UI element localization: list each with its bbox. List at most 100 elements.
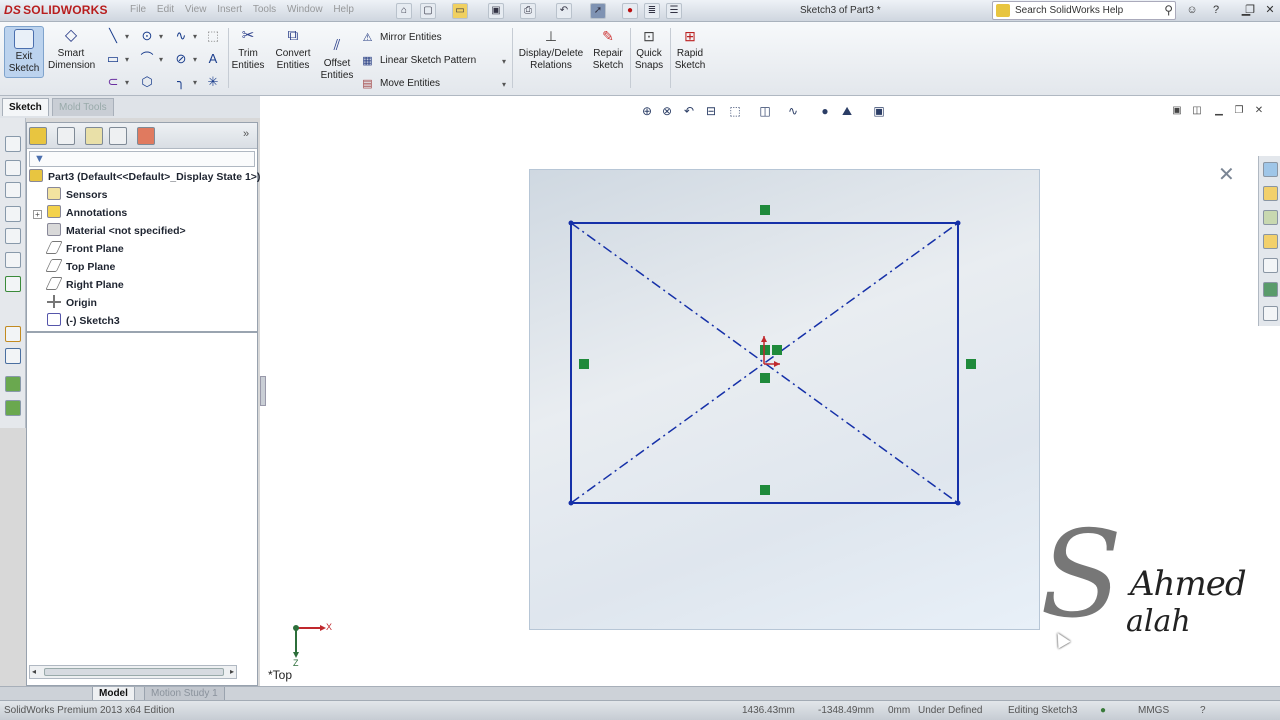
rebuild-status-icon[interactable]: ● bbox=[1100, 701, 1106, 720]
tree-item-top-plane[interactable]: Top Plane bbox=[45, 259, 115, 276]
tree-item-front-plane[interactable]: Front Plane bbox=[45, 241, 124, 258]
user-icon[interactable]: ☺ bbox=[1184, 3, 1200, 18]
restore-button[interactable]: ❐ bbox=[1242, 3, 1258, 18]
menu-view[interactable]: View bbox=[185, 4, 207, 15]
help-search-input[interactable]: Search SolidWorks Help ⚲ bbox=[992, 1, 1176, 20]
vertical-relation-icon[interactable] bbox=[579, 359, 589, 369]
tab-motion-study[interactable]: Motion Study 1 bbox=[144, 687, 225, 701]
extrude-icon[interactable] bbox=[5, 136, 21, 152]
design-library-icon[interactable] bbox=[1263, 186, 1278, 201]
menu-insert[interactable]: Insert bbox=[217, 4, 242, 15]
scroll-thumb[interactable] bbox=[44, 668, 224, 676]
tab-model[interactable]: Model bbox=[92, 687, 135, 701]
new-document-icon[interactable]: ▢ bbox=[420, 3, 436, 19]
tree-root[interactable]: Part3 (Default<<Default>_Display State 1… bbox=[29, 169, 260, 186]
corner-point[interactable] bbox=[568, 500, 574, 506]
horizontal-relation-icon[interactable] bbox=[760, 485, 770, 495]
undo-icon[interactable]: ↶ bbox=[556, 3, 572, 19]
coincident-relation-icon[interactable] bbox=[772, 345, 782, 355]
reference-geometry-icon[interactable] bbox=[5, 276, 21, 292]
offset-entities-button[interactable]: ⫽ Offset Entities bbox=[318, 36, 356, 82]
corner-point[interactable] bbox=[568, 220, 574, 226]
configuration-manager-tab-icon[interactable] bbox=[85, 127, 103, 145]
status-help-icon[interactable]: ? bbox=[1200, 701, 1206, 720]
tab-sketch[interactable]: Sketch bbox=[2, 98, 49, 116]
tree-item-material[interactable]: Material <not specified> bbox=[47, 223, 186, 240]
line-icon[interactable]: ╲ bbox=[104, 27, 122, 45]
quick-snaps-button[interactable]: ⊡ Quick Snaps bbox=[632, 26, 666, 72]
revolve-icon[interactable] bbox=[5, 160, 21, 176]
exit-sketch-button[interactable]: Exit Sketch bbox=[4, 26, 44, 78]
linear-sketch-pattern-button[interactable]: ▦ Linear Sketch Pattern bbox=[360, 53, 476, 69]
graphics-area[interactable]: ⊕ ⊗ ↶ ⊟ ⬚ ◫ ∿ ● ⛰ ▣ ▣ ◫ ▁ ❐ ✕ ✕ X Z *Top… bbox=[260, 96, 1280, 686]
expand-annotations-icon[interactable]: + bbox=[33, 210, 42, 219]
property-manager-tab-icon[interactable] bbox=[57, 127, 75, 145]
boundary-icon[interactable] bbox=[5, 228, 21, 244]
home-icon[interactable]: ⌂ bbox=[396, 3, 412, 19]
scroll-left-icon[interactable]: ◂ bbox=[32, 666, 36, 678]
loft-icon[interactable] bbox=[5, 206, 21, 222]
file-explorer-icon[interactable] bbox=[1263, 210, 1278, 225]
coincident-relation-icon[interactable] bbox=[760, 373, 770, 383]
trim-entities-button[interactable]: ✂ Trim Entities bbox=[230, 26, 266, 72]
horizontal-scrollbar[interactable]: ◂ ▸ bbox=[29, 665, 237, 679]
fillet-icon[interactable]: ╮ bbox=[172, 73, 190, 91]
open-folder-icon[interactable]: ▭ bbox=[452, 3, 468, 19]
solidworks-logo[interactable]: DS SOLIDWORKS bbox=[4, 3, 108, 17]
resources-icon[interactable] bbox=[1263, 162, 1278, 177]
text-icon[interactable]: A bbox=[204, 50, 222, 68]
ellipse-icon[interactable]: ⊘ bbox=[172, 50, 190, 68]
smart-dimension-button[interactable]: ◇ Smart Dimension bbox=[48, 26, 95, 72]
tree-filter-input[interactable]: ▼ bbox=[29, 151, 255, 167]
slot-icon[interactable]: ⊂ bbox=[104, 73, 122, 91]
rapid-sketch-button[interactable]: ⊞ Rapid Sketch bbox=[672, 26, 708, 72]
polygon-icon[interactable]: ⬡ bbox=[138, 73, 156, 91]
feature-manager-tab-icon[interactable] bbox=[29, 127, 47, 145]
menu-tools[interactable]: Tools bbox=[253, 4, 276, 15]
move-entities-button[interactable]: ▤ Move Entities bbox=[360, 76, 440, 92]
feature-icon[interactable] bbox=[5, 376, 21, 392]
tree-item-sensors[interactable]: Sensors bbox=[47, 187, 107, 204]
search-icon[interactable]: ⚲ bbox=[1164, 2, 1173, 19]
vertical-relation-icon[interactable] bbox=[966, 359, 976, 369]
options-icon[interactable]: ☰ bbox=[666, 3, 682, 19]
select-icon[interactable]: ➚ bbox=[590, 3, 606, 19]
save-icon[interactable]: ▣ bbox=[488, 3, 504, 19]
cut-icon[interactable] bbox=[5, 252, 21, 268]
arc-icon[interactable]: ⌒ bbox=[138, 50, 156, 68]
scroll-right-icon[interactable]: ▸ bbox=[230, 666, 234, 678]
search-library-icon[interactable] bbox=[1263, 234, 1278, 249]
horizontal-relation-icon[interactable] bbox=[760, 205, 770, 215]
tree-item-right-plane[interactable]: Right Plane bbox=[45, 277, 124, 294]
units-selector[interactable]: MMGS bbox=[1138, 701, 1169, 720]
file-properties-icon[interactable]: ≣ bbox=[644, 3, 660, 19]
mirror-entities-button[interactable]: ⚠ Mirror Entities bbox=[360, 30, 442, 46]
expand-chevron-icon[interactable]: » bbox=[243, 128, 249, 140]
rebuild-icon[interactable]: ● bbox=[622, 3, 638, 19]
sweep-icon[interactable] bbox=[5, 182, 21, 198]
plane-sketch-icon[interactable]: ⬚ bbox=[204, 27, 222, 45]
dimxpert-tab-icon[interactable] bbox=[109, 127, 127, 145]
point-icon[interactable]: ✳ bbox=[204, 73, 222, 91]
appearances-icon[interactable] bbox=[1263, 282, 1278, 297]
tree-item-annotations[interactable]: Annotations bbox=[47, 205, 127, 222]
tree-item-origin[interactable]: Origin bbox=[47, 295, 97, 312]
close-button[interactable]: ✕ bbox=[1262, 3, 1278, 18]
corner-point[interactable] bbox=[955, 500, 961, 506]
convert-entities-button[interactable]: ⧉ Convert Entities bbox=[272, 26, 314, 72]
coincident-relation-icon[interactable] bbox=[760, 345, 770, 355]
tab-mold-tools[interactable]: Mold Tools bbox=[52, 98, 114, 116]
repair-sketch-button[interactable]: ✎ Repair Sketch bbox=[590, 26, 626, 72]
feature-2-icon[interactable] bbox=[5, 400, 21, 416]
menu-edit[interactable]: Edit bbox=[157, 4, 174, 15]
display-delete-relations-button[interactable]: ⊥ Display/Delete Relations bbox=[516, 26, 586, 72]
tree-item-sketch3[interactable]: (-) Sketch3 bbox=[47, 313, 120, 330]
spline-icon[interactable]: ∿ bbox=[172, 27, 190, 45]
rectangle-icon[interactable]: ▭ bbox=[104, 50, 122, 68]
menu-help[interactable]: Help bbox=[333, 4, 354, 15]
relation-icon[interactable] bbox=[5, 348, 21, 364]
menu-window[interactable]: Window bbox=[287, 4, 323, 15]
custom-properties-icon[interactable] bbox=[1263, 306, 1278, 321]
dimension-icon[interactable] bbox=[5, 326, 21, 342]
print-icon[interactable]: ⎙ bbox=[520, 3, 536, 19]
